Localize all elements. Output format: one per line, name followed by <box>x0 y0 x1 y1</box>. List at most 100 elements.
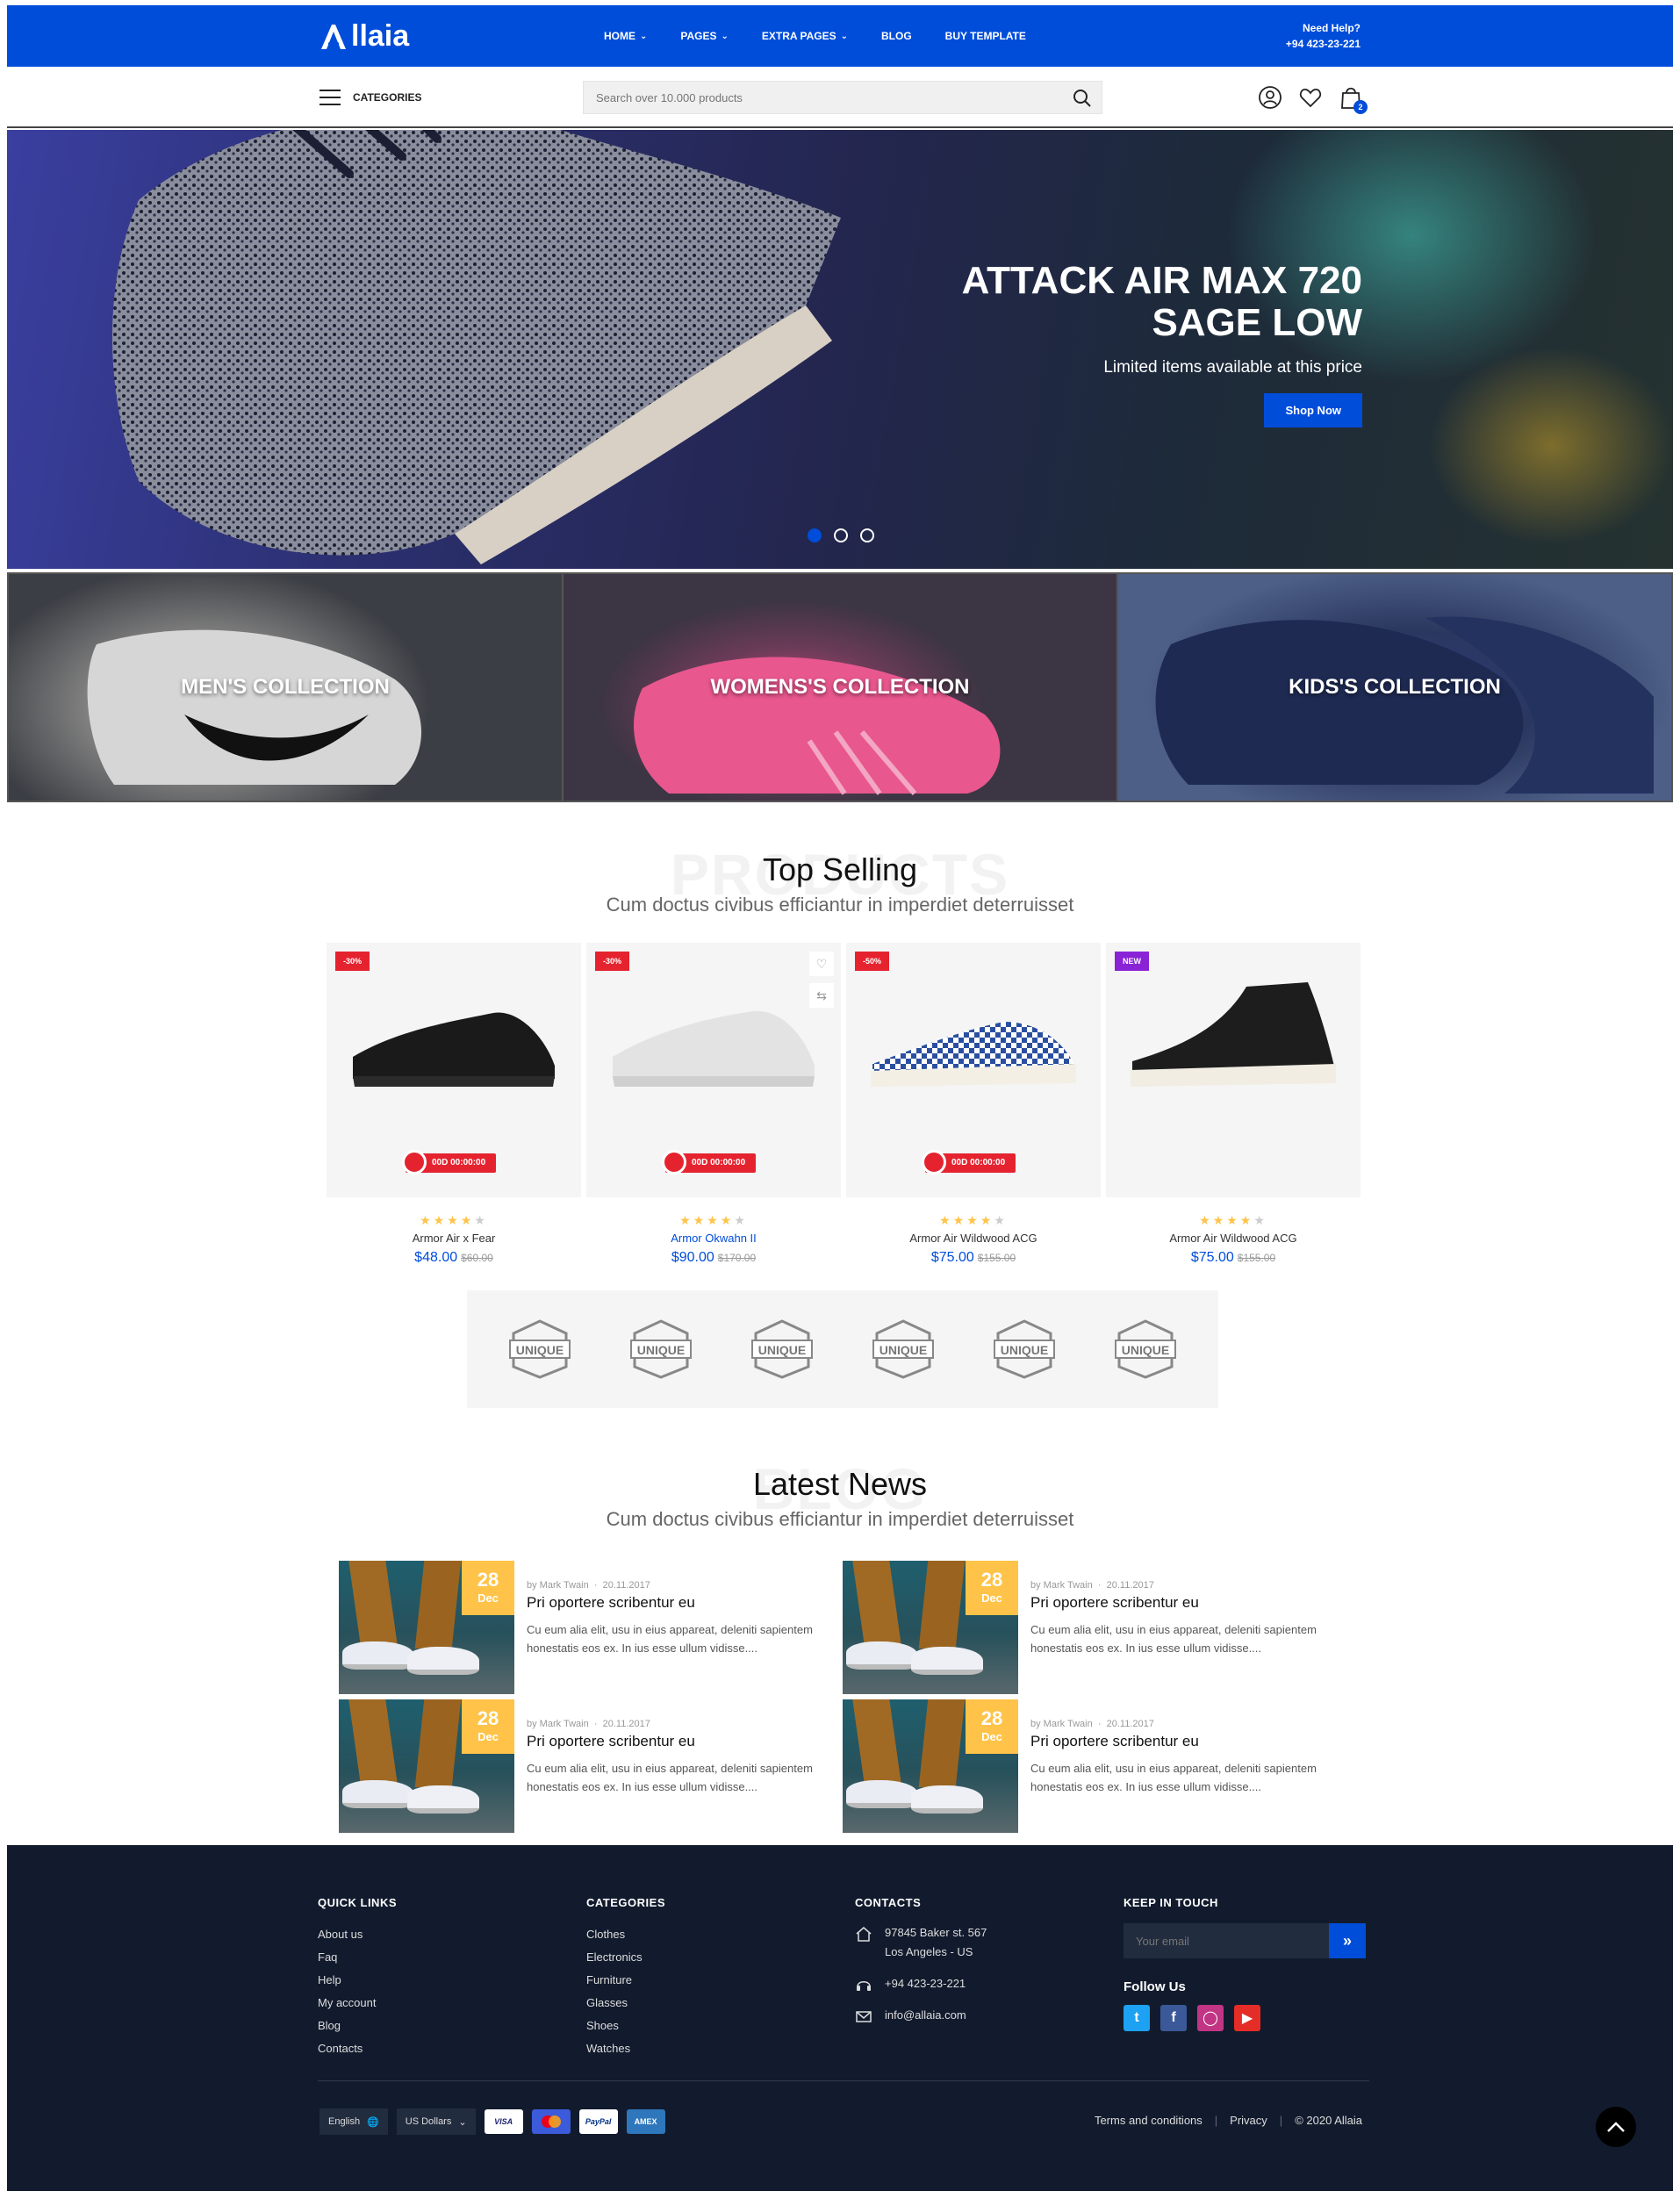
product-image-area[interactable]: NEW <box>1106 943 1361 1197</box>
news-day: 28 <box>477 1569 499 1591</box>
logo[interactable]: llaia <box>318 19 409 54</box>
footer-heading: CONTACTS <box>855 1896 922 1909</box>
footer-divider <box>318 2080 1369 2081</box>
footer-link-help[interactable]: Help <box>318 1969 397 1992</box>
news-item[interactable]: 28 Dec by Mark Twain · 20.11.2017 Pri opo… <box>339 1561 843 1699</box>
double-chevron-right-icon[interactable]: » <box>1329 1923 1366 1958</box>
news-thumbnail[interactable]: 28 Dec <box>843 1561 1018 1694</box>
address-line2: Los Angeles - US <box>885 1945 973 1958</box>
instagram-icon[interactable]: ◯ <box>1197 2005 1224 2031</box>
kids-collection-label: KIDS'S COLLECTION <box>1289 675 1501 699</box>
product-image-area[interactable]: -30% ♡ ⇆ 00D 00:00:00 <box>586 943 841 1197</box>
footer-link-furniture[interactable]: Furniture <box>586 1969 665 1992</box>
footer-link-shoes[interactable]: Shoes <box>586 2015 665 2037</box>
checkered-sneaker-image <box>871 1022 1076 1087</box>
brand-logo[interactable]: UNIQUE <box>747 1318 817 1381</box>
footer-quick-links: QUICK LINKS About us Faq Help My account… <box>318 1896 397 2060</box>
twitter-icon[interactable]: t <box>1124 2005 1150 2031</box>
nav-pages[interactable]: PAGES ⌄ <box>680 30 729 42</box>
language-select[interactable]: English 🌐 <box>319 2108 388 2135</box>
news-title[interactable]: Pri oportere scribentur eu <box>527 1733 843 1750</box>
footer-link-contacts[interactable]: Contacts <box>318 2037 397 2060</box>
heart-icon[interactable]: ♡ <box>809 952 834 976</box>
hero-sneaker-image <box>112 130 841 564</box>
news-title[interactable]: Pri oportere scribentur eu <box>527 1594 843 1612</box>
products-section-subtitle: Cum doctus civibus efficiantur in imperd… <box>606 894 1074 916</box>
newsletter-email-input[interactable] <box>1124 1923 1329 1958</box>
footer-link-watches[interactable]: Watches <box>586 2037 665 2060</box>
help-contact[interactable]: Need Help? +94 423-23-221 <box>1286 20 1361 52</box>
nav-buy-template[interactable]: BUY TEMPLATE <box>945 30 1026 42</box>
facebook-icon[interactable]: f <box>1160 2005 1187 2031</box>
slider-dot-2[interactable] <box>834 528 848 542</box>
language-value: English <box>328 2116 361 2127</box>
help-label: Need Help? <box>1302 22 1361 34</box>
footer-link-account[interactable]: My account <box>318 1992 397 2015</box>
news-title[interactable]: Pri oportere scribentur eu <box>1030 1594 1346 1612</box>
brand-logo[interactable]: UNIQUE <box>505 1318 575 1381</box>
news-excerpt: Cu eum alia elit, usu in eius appareat, … <box>527 1762 813 1793</box>
categories-button[interactable]: CATEGORIES <box>319 90 421 105</box>
currency-select[interactable]: US Dollars ⌄ <box>396 2108 476 2135</box>
footer-link-glasses[interactable]: Glasses <box>586 1992 665 2015</box>
terms-link[interactable]: Terms and conditions <box>1095 2114 1203 2127</box>
product-image-area[interactable]: -50% 00D 00:00:00 <box>846 943 1101 1197</box>
chevron-down-icon: ⌄ <box>721 31 729 41</box>
mastercard-icon <box>531 2109 571 2134</box>
news-item[interactable]: 28 Dec by Mark Twain · 20.11.2017 Pri opo… <box>843 1699 1346 1838</box>
brand-logo[interactable]: UNIQUE <box>989 1318 1059 1381</box>
brand-logo[interactable]: UNIQUE <box>1110 1318 1181 1381</box>
womens-shoe-image <box>634 657 1001 795</box>
kids-collection-tile[interactable]: KIDS'S COLLECTION <box>1118 574 1671 801</box>
news-item[interactable]: 28 Dec by Mark Twain · 20.11.2017 Pri opo… <box>339 1699 843 1838</box>
nav-buy-template-label: BUY TEMPLATE <box>944 30 1026 42</box>
womens-collection-tile[interactable]: WOMENS'S COLLECTION <box>564 574 1118 801</box>
timer-text: 00D 00:00:00 <box>432 1158 486 1167</box>
footer-link-blog[interactable]: Blog <box>318 2015 397 2037</box>
back-to-top-button[interactable] <box>1596 2107 1636 2147</box>
footer-heading: QUICK LINKS <box>318 1896 397 1909</box>
mens-collection-label: MEN'S COLLECTION <box>181 675 390 699</box>
nav-blog[interactable]: BLOG <box>881 30 912 42</box>
news-title[interactable]: Pri oportere scribentur eu <box>1030 1733 1346 1750</box>
wishlist-heart-icon[interactable] <box>1297 84 1324 111</box>
footer-settings: English 🌐 US Dollars ⌄ VISA PayPal AMEX <box>319 2108 665 2135</box>
cart-bag-icon[interactable]: 2 <box>1338 84 1368 114</box>
product-card[interactable]: -30% 00D 00:00:00 ★★★★★ Armor Air x Fear… <box>327 943 581 1276</box>
product-card[interactable]: NEW ★★★★★ Armor Air Wildwood ACG $75.00 $… <box>1106 943 1361 1276</box>
news-excerpt: Cu eum alia elit, usu in eius appareat, … <box>1030 1623 1317 1655</box>
search-input[interactable] <box>584 82 1058 113</box>
footer-link-about[interactable]: About us <box>318 1923 397 1946</box>
slider-dots <box>808 528 874 542</box>
news-item[interactable]: 28 Dec by Mark Twain · 20.11.2017 Pri opo… <box>843 1561 1346 1699</box>
product-name[interactable]: Armor Air Wildwood ACG <box>1106 1232 1361 1245</box>
product-name[interactable]: Armor Okwahn II <box>586 1232 841 1245</box>
product-name[interactable]: Armor Air x Fear <box>327 1232 581 1245</box>
brand-logo[interactable]: UNIQUE <box>626 1318 696 1381</box>
search-icon[interactable] <box>1072 88 1093 109</box>
product-image-area[interactable]: -30% 00D 00:00:00 <box>327 943 581 1197</box>
account-icon[interactable] <box>1257 84 1283 111</box>
product-name[interactable]: Armor Air Wildwood ACG <box>846 1232 1101 1245</box>
top-navbar: llaia HOME ⌄ PAGES ⌄ EXTRA PAGES ⌄ BLOG BUY… <box>7 5 1673 67</box>
privacy-link[interactable]: Privacy <box>1230 2114 1267 2127</box>
mens-collection-tile[interactable]: MEN'S COLLECTION <box>9 574 564 801</box>
news-thumbnail[interactable]: 28 Dec <box>339 1699 514 1833</box>
nav-home[interactable]: HOME ⌄ <box>604 30 647 42</box>
brand-logo[interactable]: UNIQUE <box>868 1318 938 1381</box>
youtube-icon[interactable]: ▶ <box>1234 2005 1260 2031</box>
news-thumbnail[interactable]: 28 Dec <box>843 1699 1018 1833</box>
slider-dot-1[interactable] <box>808 528 822 542</box>
contact-email[interactable]: info@allaia.com <box>885 2006 966 2025</box>
footer-link-electronics[interactable]: Electronics <box>586 1946 665 1969</box>
footer-contacts: CONTACTS 97845 Baker st. 567 Los Angeles … <box>855 1896 987 2037</box>
shop-now-button[interactable]: Shop Now <box>1264 393 1362 427</box>
slider-dot-3[interactable] <box>860 528 874 542</box>
contact-phone[interactable]: +94 423-23-221 <box>885 1974 966 1993</box>
product-card[interactable]: -50% 00D 00:00:00 ★★★★★ Armor Air Wildwo… <box>846 943 1101 1276</box>
nav-extra-pages[interactable]: EXTRA PAGES ⌄ <box>762 30 848 42</box>
news-thumbnail[interactable]: 28 Dec <box>339 1561 514 1694</box>
product-card[interactable]: -30% ♡ ⇆ 00D 00:00:00 ★★★★★ Armor Okwahn… <box>586 943 841 1276</box>
footer-link-faq[interactable]: Faq <box>318 1946 397 1969</box>
footer-link-clothes[interactable]: Clothes <box>586 1923 665 1946</box>
